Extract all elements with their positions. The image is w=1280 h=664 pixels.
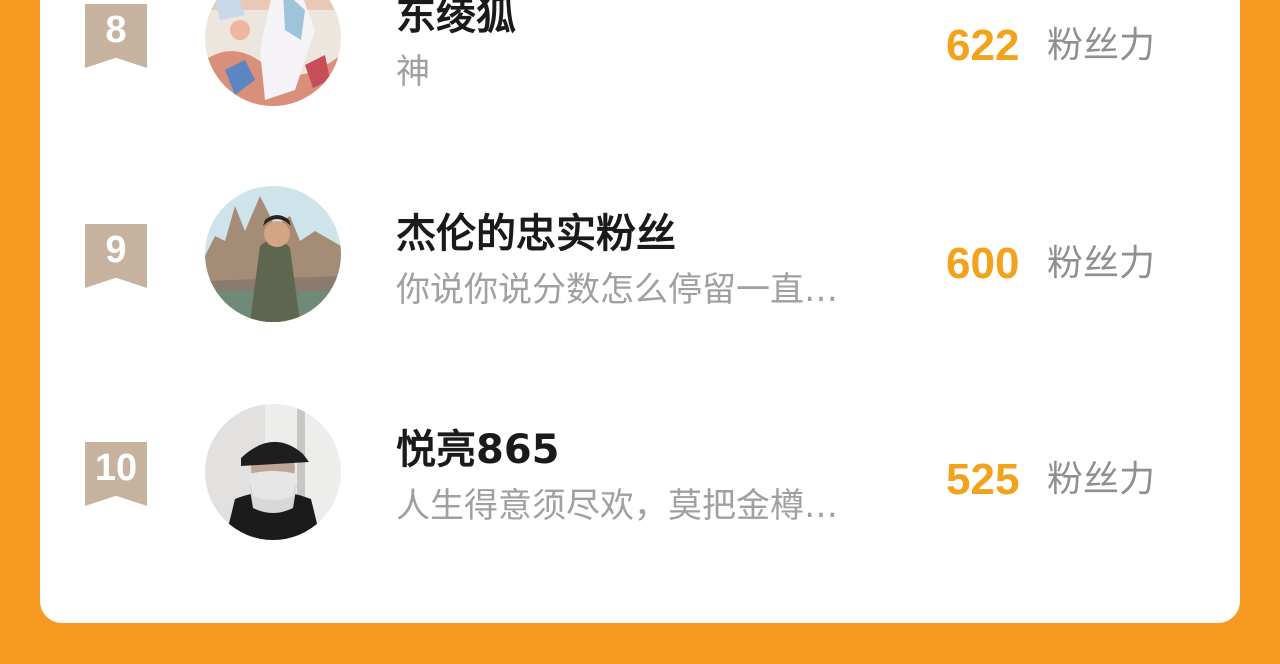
fan-power-score: 622	[946, 21, 1020, 70]
rank-badge: 9	[85, 224, 147, 288]
leaderboard-row[interactable]: 9 杰伦的忠实粉丝 你说你说分数怎么停留一直… 600 粉丝力	[40, 186, 1240, 322]
leaderboard-card: 8 东绫狐 神 622 粉丝力 9 杰伦的忠实粉丝 你说你说分数怎么停留一直… …	[40, 0, 1240, 623]
leaderboard-row[interactable]: 8 东绫狐 神 622 粉丝力	[40, 0, 1240, 106]
fan-power-label: 粉丝力	[1047, 243, 1156, 284]
user-name: 杰伦的忠实粉丝	[396, 211, 676, 257]
rank-number: 9	[105, 229, 127, 271]
user-avatar[interactable]	[205, 186, 341, 322]
user-avatar[interactable]	[205, 404, 341, 540]
fan-power-score: 525	[946, 455, 1020, 504]
fan-power-label: 粉丝力	[1047, 25, 1156, 66]
user-bio: 人生得意须尽欢，莫把金樽…	[396, 486, 838, 526]
user-name: 悦亮865	[396, 427, 560, 473]
user-avatar[interactable]	[205, 0, 341, 106]
fan-power-label: 粉丝力	[1047, 459, 1156, 500]
rank-badge: 8	[85, 4, 147, 68]
leaderboard-row[interactable]: 10 悦亮865 人生得意须尽欢，莫把金樽… 525 粉丝力	[40, 404, 1240, 540]
user-bio: 神	[396, 52, 430, 92]
rank-badge: 10	[85, 442, 147, 506]
rank-number: 10	[94, 447, 138, 489]
user-bio: 你说你说分数怎么停留一直…	[396, 270, 838, 310]
rank-number: 8	[105, 9, 127, 51]
fan-power-score: 600	[946, 239, 1020, 288]
user-name: 东绫狐	[396, 0, 516, 39]
